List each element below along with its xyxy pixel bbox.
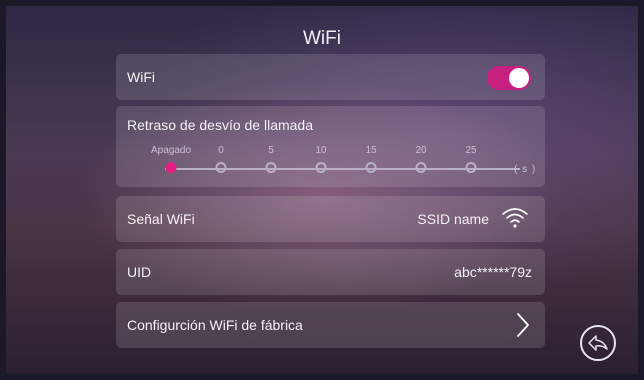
call-forward-delay-row: Retraso de desvío de llamada ( s ) Apaga… <box>116 106 545 187</box>
toggle-knob <box>509 68 529 88</box>
wifi-signal-row[interactable]: Señal WiFi SSID name <box>116 196 545 242</box>
back-button[interactable] <box>580 325 616 361</box>
delay-stop-5[interactable] <box>265 162 277 173</box>
delay-stop-15[interactable] <box>365 162 377 173</box>
delay-stop-10[interactable] <box>315 162 327 173</box>
delay-stop-20[interactable] <box>415 162 427 173</box>
uid-label: UID <box>127 264 152 280</box>
wifi-label: WiFi <box>127 69 155 85</box>
uid-row: UID abc******79z <box>116 249 545 295</box>
page-title: WiFi <box>303 28 341 49</box>
ssid-name: SSID name <box>417 211 489 227</box>
delay-slider[interactable]: ( s ) Apagado 0 5 10 15 20 25 <box>116 106 545 187</box>
delay-stop-off[interactable] <box>165 162 177 173</box>
delay-tick-label: 5 <box>268 145 274 156</box>
screen: WiFi WiFi Retraso de desvío de llamada (… <box>6 6 638 374</box>
factory-wifi-settings-row[interactable]: Configurción WiFi de fábrica <box>116 302 545 348</box>
back-icon <box>588 335 608 351</box>
chevron-right-icon <box>517 313 529 337</box>
delay-tick-label: 25 <box>465 145 477 156</box>
signal-label: Señal WiFi <box>127 211 195 227</box>
wifi-row: WiFi <box>116 54 545 100</box>
wifi-toggle[interactable] <box>487 66 531 90</box>
wifi-icon <box>502 208 528 228</box>
delay-unit: ( s ) <box>514 164 537 175</box>
delay-tick-label: Apagado <box>150 145 192 156</box>
delay-stop-25[interactable] <box>465 162 477 173</box>
delay-stop-0[interactable] <box>215 162 227 173</box>
delay-tick-label: 20 <box>415 145 427 156</box>
factory-label: Configurción WiFi de fábrica <box>127 317 303 333</box>
uid-value: abc******79z <box>454 264 532 280</box>
delay-tick-label: 15 <box>365 145 377 156</box>
delay-tick-label: 10 <box>315 145 327 156</box>
delay-tick-label: 0 <box>218 145 224 156</box>
